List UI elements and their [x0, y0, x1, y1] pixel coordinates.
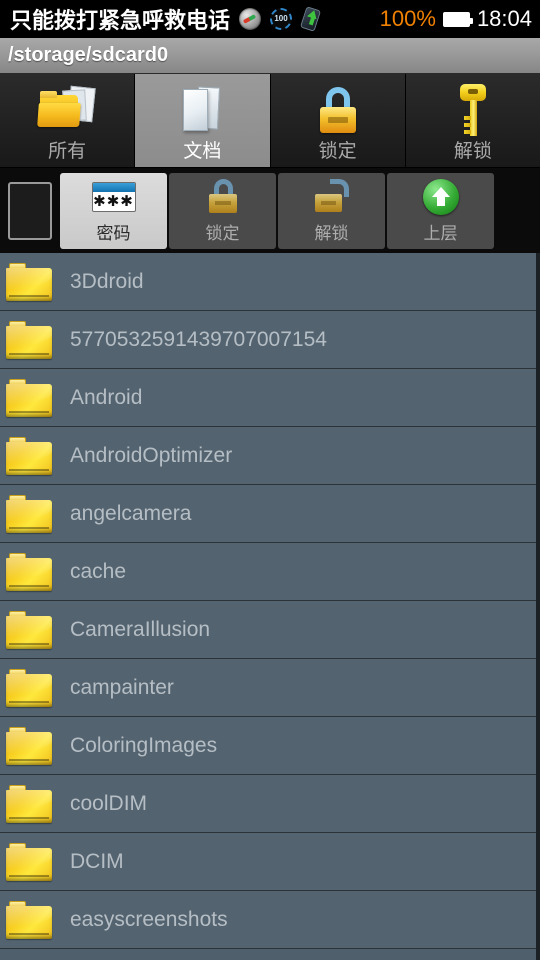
tab-unlock[interactable]: 解锁: [405, 74, 540, 167]
password-button-label: 密码: [96, 224, 131, 243]
clock-label: 18:04: [476, 6, 532, 31]
list-item[interactable]: ColoringImages: [0, 717, 540, 775]
action-bar: ✱✱✱ 密码 锁定 解锁 上层: [0, 168, 540, 253]
list-item[interactable]: Android: [0, 369, 540, 427]
password-stars: ✱✱✱: [93, 192, 134, 210]
up-arrow-green-icon: [422, 177, 459, 217]
padlock-closed-small-icon: [206, 177, 240, 217]
status-right-group: 100% 18:04: [380, 0, 532, 38]
list-item[interactable]: DCIM: [0, 833, 540, 891]
compass-icon: [239, 8, 262, 30]
list-item[interactable]: angelcamera: [0, 485, 540, 543]
folder-icon: [6, 842, 52, 881]
tab-all[interactable]: 所有: [0, 74, 136, 167]
list-item[interactable]: coolDIM: [0, 775, 540, 833]
folder-icon: [6, 552, 52, 591]
tab-lock[interactable]: 锁定: [270, 74, 406, 167]
tab-documents[interactable]: 文档: [135, 74, 271, 167]
battery-icon: [442, 11, 473, 27]
padlock-open-small-icon: [314, 177, 350, 217]
file-name: easyscreenshots: [70, 907, 228, 931]
list-item[interactable]: 3Ddroid: [0, 253, 540, 311]
password-button[interactable]: ✱✱✱ 密码: [60, 172, 167, 249]
file-name: coolDIM: [70, 791, 148, 815]
file-name: CameraIllusion: [70, 617, 211, 641]
file-name: angelcamera: [70, 501, 192, 525]
file-name: AndroidOptimizer: [70, 443, 233, 467]
file-name: DCIM: [70, 849, 124, 873]
folder-icon: [6, 320, 52, 359]
folder-icon: [6, 726, 52, 765]
folder-icon: [6, 900, 52, 939]
file-list[interactable]: 3Ddroid 5770532591439707007154 Android A…: [0, 253, 540, 960]
phone-upload-icon: [299, 6, 322, 32]
lock-button-label: 锁定: [205, 224, 240, 243]
carrier-label: 只能拨打紧急呼救电话: [10, 8, 231, 33]
list-item[interactable]: AndroidOptimizer: [0, 427, 540, 485]
select-all-checkbox[interactable]: [8, 181, 52, 240]
key-icon: [456, 82, 490, 138]
folder-icon: [6, 378, 52, 417]
status-icon-group: 100: [239, 6, 322, 32]
tab-lock-label: 锁定: [318, 141, 357, 162]
lock-button[interactable]: 锁定: [169, 172, 276, 249]
file-name: Android: [70, 385, 143, 409]
folder-icon: [6, 494, 52, 533]
folder-icon: [6, 436, 52, 475]
padlock-closed-icon: [316, 82, 360, 138]
file-name: 5770532591439707007154: [70, 327, 327, 351]
unlock-button-label: 解锁: [314, 224, 349, 243]
select-all-checkbox-wrap[interactable]: [2, 181, 58, 240]
documents-icon: [178, 82, 226, 138]
parent-directory-button[interactable]: 上层: [387, 172, 494, 249]
file-name: cache: [70, 559, 127, 583]
folder-icon: [6, 262, 52, 301]
list-item[interactable]: campainter: [0, 659, 540, 717]
badge-100-value: 100: [274, 14, 288, 23]
battery-percent-label: 100%: [379, 6, 436, 31]
folder-icon: [6, 610, 52, 649]
tab-bar: 所有 文档 锁定 解锁: [0, 74, 540, 168]
list-item[interactable]: CameraIllusion: [0, 601, 540, 659]
file-name: 3Ddroid: [70, 269, 144, 293]
file-name: ColoringImages: [70, 733, 218, 757]
list-item[interactable]: easyscreenshots: [0, 891, 540, 949]
badge-100-icon: 100: [270, 8, 293, 30]
parent-directory-button-label: 上层: [423, 224, 458, 243]
tab-documents-label: 文档: [183, 141, 222, 162]
folder-documents-icon: [37, 82, 96, 138]
list-item[interactable]: cache: [0, 543, 540, 601]
folder-icon: [6, 784, 52, 823]
tab-all-label: 所有: [48, 141, 87, 162]
tab-unlock-label: 解锁: [453, 141, 492, 162]
password-dialog-icon: ✱✱✱: [91, 177, 136, 217]
title-bar: /storage/sdcard0: [0, 38, 540, 74]
folder-icon: [6, 668, 52, 707]
list-item[interactable]: 5770532591439707007154: [0, 311, 540, 369]
current-path-label: /storage/sdcard0: [8, 44, 169, 66]
app-root: 只能拨打紧急呼救电话 100 100% 18:04 /storage/sdcar…: [0, 0, 540, 960]
unlock-button[interactable]: 解锁: [278, 172, 385, 249]
scrollbar-track[interactable]: [536, 253, 540, 960]
status-bar: 只能拨打紧急呼救电话 100 100% 18:04: [0, 0, 540, 38]
file-name: campainter: [70, 675, 174, 699]
